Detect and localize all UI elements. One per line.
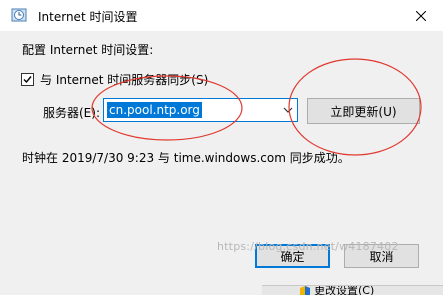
server-label: 服务器(E):: [43, 106, 100, 120]
title-bar: Internet 时间设置: [0, 0, 443, 31]
update-now-button[interactable]: 立即更新(U): [307, 98, 420, 124]
sync-checkbox-label: 与 Internet 时间服务器同步(S): [40, 73, 209, 87]
sync-status-text: 时钟在 2019/7/30 9:23 与 time.windows.com 同步…: [22, 151, 350, 165]
close-button[interactable]: [399, 0, 443, 31]
sync-checkbox[interactable]: [21, 73, 34, 86]
chevron-down-icon[interactable]: [283, 106, 293, 114]
dialog-heading: 配置 Internet 时间设置:: [22, 43, 154, 57]
server-value[interactable]: cn.pool.ntp.org: [107, 102, 202, 118]
server-combobox[interactable]: cn.pool.ntp.org: [103, 98, 298, 122]
clock-app-icon: [11, 7, 27, 23]
internet-time-dialog: Internet 时间设置 配置 Internet 时间设置: 与 Intern…: [0, 0, 443, 295]
close-icon: [416, 10, 426, 21]
window-title: Internet 时间设置: [38, 10, 138, 24]
watermark: https://blog.csdn.net/w4187402: [217, 240, 399, 253]
checkmark-icon: [23, 76, 32, 84]
dialog-content: 配置 Internet 时间设置: 与 Internet 时间服务器同步(S) …: [0, 31, 443, 294]
sync-option[interactable]: 与 Internet 时间服务器同步(S): [21, 71, 208, 88]
